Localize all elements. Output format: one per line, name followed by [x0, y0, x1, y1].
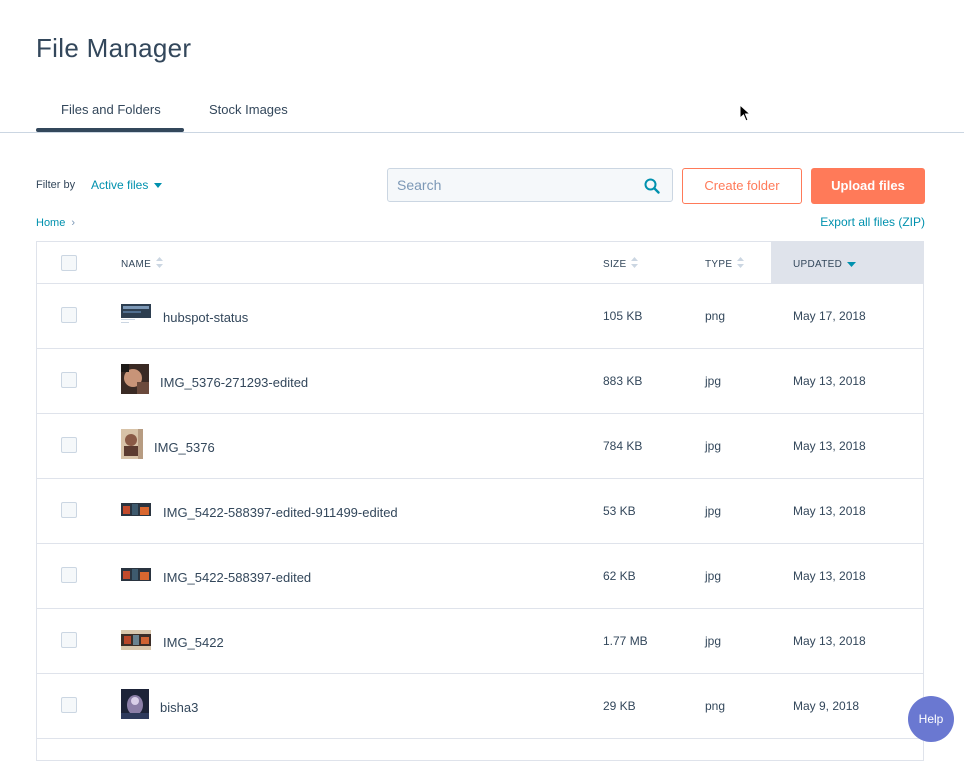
column-header-size[interactable]: SIZE	[603, 257, 639, 270]
file-size: 105 KB	[603, 309, 643, 323]
tab-stock-images[interactable]: Stock Images	[209, 102, 288, 117]
file-name[interactable]: IMG_5422-588397-edited	[163, 570, 311, 585]
row-checkbox[interactable]	[61, 632, 77, 648]
file-type: png	[705, 699, 726, 713]
file-name[interactable]: IMG_5376	[154, 440, 215, 455]
chevron-right-icon: ›	[71, 217, 76, 229]
file-updated: May 9, 2018	[793, 699, 860, 713]
filter-dropdown[interactable]: Active files	[91, 178, 163, 192]
table-row[interactable]: IMG_5376-271293-edited 883 KB jpg May 13…	[37, 348, 923, 414]
breadcrumb-home[interactable]: Home	[36, 217, 65, 229]
file-type: jpg	[705, 374, 722, 388]
file-size: 29 KB	[603, 699, 636, 713]
table-row[interactable]: IMG_5376 784 KB jpg May 13, 2018	[37, 413, 923, 479]
file-thumbnail-icon	[121, 429, 143, 459]
file-name[interactable]: IMG_5422-588397-edited-911499-edited	[163, 505, 398, 520]
row-checkbox[interactable]	[61, 437, 77, 453]
filter-label: Filter by	[36, 179, 76, 191]
search-input[interactable]	[388, 169, 646, 201]
page-title: File Manager	[36, 33, 192, 63]
table-row[interactable]: IMG_5422-588397-edited 62 KB jpg May 13,…	[37, 543, 923, 609]
file-thumbnail-icon	[121, 503, 151, 516]
file-name[interactable]: IMG_5376-271293-edited	[160, 375, 308, 390]
sort-icon	[737, 257, 745, 268]
file-thumbnail-icon	[121, 304, 151, 323]
caret-down-icon	[154, 183, 163, 189]
column-header-type[interactable]: TYPE	[705, 257, 745, 270]
file-updated: May 13, 2018	[793, 569, 866, 583]
file-size: 53 KB	[603, 504, 636, 518]
sort-icon	[156, 257, 164, 268]
row-checkbox[interactable]	[61, 307, 77, 323]
file-type: png	[705, 309, 726, 323]
file-updated: May 13, 2018	[793, 634, 866, 648]
table-row[interactable]: IMG_5422 1.77 MB jpg May 13, 2018	[37, 608, 923, 674]
file-thumbnail-icon	[121, 568, 151, 581]
export-all-files-link[interactable]: Export all files (ZIP)	[820, 215, 925, 229]
tab-bar: Files and Folders Stock Images	[0, 88, 964, 133]
row-checkbox[interactable]	[61, 372, 77, 388]
file-updated: May 13, 2018	[793, 374, 866, 388]
file-name[interactable]: hubspot-status	[163, 310, 248, 325]
row-checkbox[interactable]	[61, 567, 77, 583]
column-header-updated[interactable]: UPDATED	[793, 257, 857, 270]
file-type: jpg	[705, 569, 722, 583]
tab-files-and-folders[interactable]: Files and Folders	[61, 102, 161, 117]
row-checkbox[interactable]	[61, 502, 77, 518]
column-header-name[interactable]: NAME	[121, 257, 164, 270]
sort-descending-icon	[847, 262, 857, 267]
active-tab-indicator	[36, 128, 184, 132]
file-type: jpg	[705, 439, 722, 453]
file-thumbnail-icon	[121, 364, 149, 394]
file-size: 784 KB	[603, 439, 643, 453]
file-thumbnail-icon	[121, 689, 149, 719]
sort-icon	[631, 257, 639, 268]
file-type: jpg	[705, 504, 722, 518]
file-type: jpg	[705, 634, 722, 648]
file-size: 883 KB	[603, 374, 643, 388]
file-updated: May 17, 2018	[793, 309, 866, 323]
file-updated: May 13, 2018	[793, 439, 866, 453]
breadcrumb: Home ›	[36, 217, 75, 229]
file-updated: May 13, 2018	[793, 504, 866, 518]
search-icon[interactable]	[644, 178, 660, 194]
table-row[interactable]: hubspot-status 105 KB png May 17, 2018	[37, 283, 923, 349]
search-box	[387, 168, 673, 202]
mouse-cursor-icon	[739, 104, 751, 122]
file-size: 1.77 MB	[603, 634, 648, 648]
row-checkbox[interactable]	[61, 697, 77, 713]
files-table: NAME SIZE TYPE UPDATED hubspot-status 10…	[36, 241, 924, 761]
file-name[interactable]: bisha3	[160, 700, 198, 715]
select-all-checkbox[interactable]	[61, 255, 77, 271]
table-header: NAME SIZE TYPE UPDATED	[37, 242, 923, 284]
table-row[interactable]: bisha3 29 KB png May 9, 2018	[37, 673, 923, 739]
file-name[interactable]: IMG_5422	[163, 635, 224, 650]
filter-dropdown-value: Active files	[91, 178, 149, 192]
file-thumbnail-icon	[121, 630, 151, 650]
create-folder-button[interactable]: Create folder	[682, 168, 802, 204]
upload-files-button[interactable]: Upload files	[811, 168, 925, 204]
table-row[interactable]: IMG_5422-588397-edited-911499-edited 53 …	[37, 478, 923, 544]
help-button[interactable]: Help	[908, 696, 954, 742]
file-size: 62 KB	[603, 569, 636, 583]
